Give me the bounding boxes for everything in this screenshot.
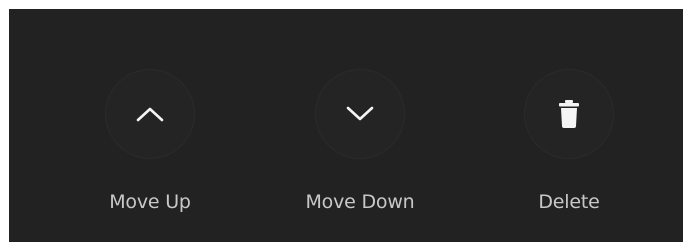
delete-label: Delete (538, 191, 600, 213)
move-up-circle[interactable] (106, 70, 194, 158)
move-down-label: Move Down (305, 191, 415, 213)
move-down-button[interactable]: Move Down (270, 9, 450, 242)
action-panel: Move Up Move Down Delete (9, 9, 683, 242)
chevron-down-icon (345, 105, 375, 123)
delete-circle[interactable] (525, 70, 613, 158)
move-up-label: Move Up (109, 191, 191, 213)
delete-button[interactable]: Delete (479, 9, 659, 242)
chevron-up-icon (135, 105, 165, 123)
move-up-button[interactable]: Move Up (60, 9, 240, 242)
move-down-circle[interactable] (316, 70, 404, 158)
trash-icon (558, 99, 580, 129)
